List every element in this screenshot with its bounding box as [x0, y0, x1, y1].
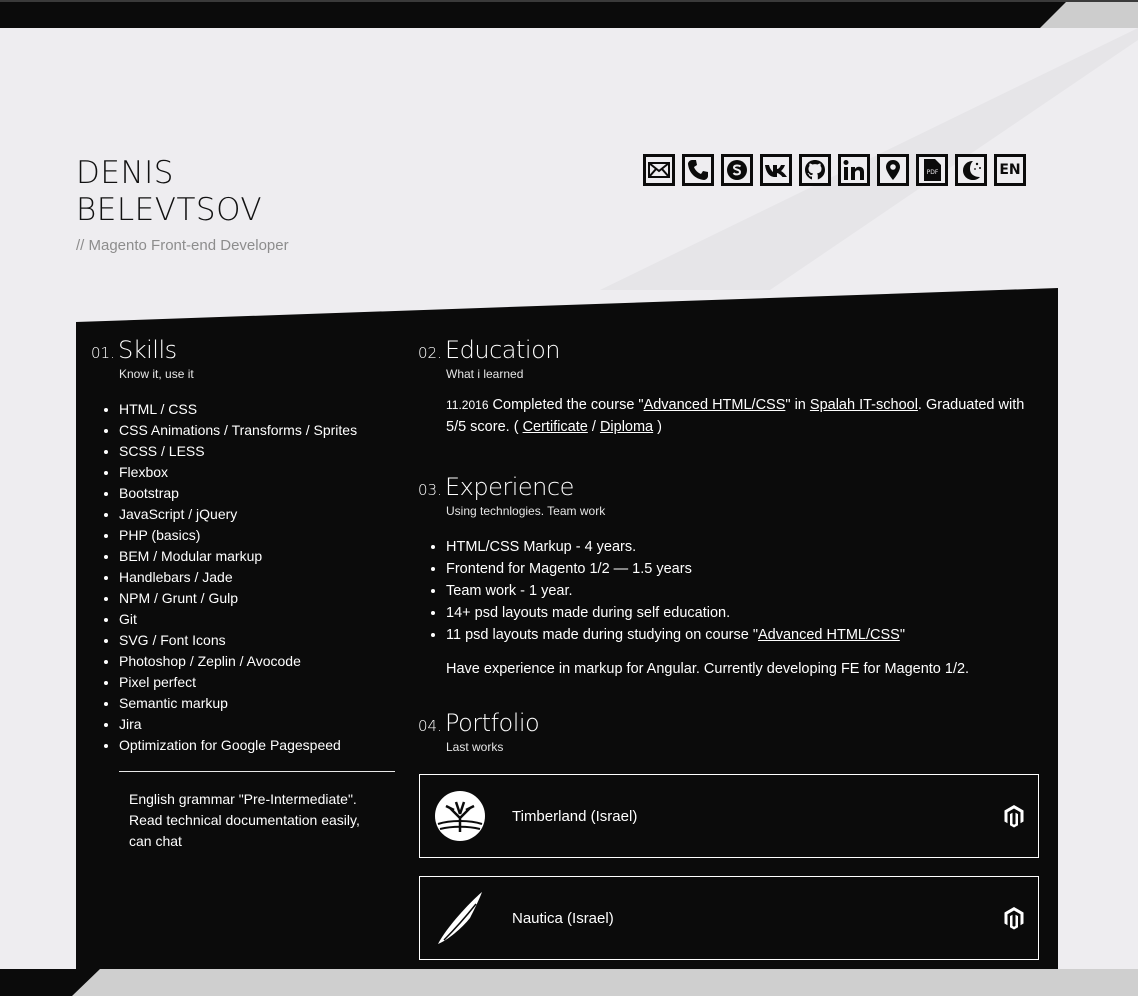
list-item: NPM / Grunt / Gulp	[119, 588, 395, 609]
theme-toggle-button[interactable]	[955, 154, 987, 186]
list-item: Jira	[119, 714, 395, 735]
section-title: Skills	[118, 336, 177, 364]
list-item: Photoshop / Zeplin / Avocode	[119, 651, 395, 672]
vk-button[interactable]	[760, 154, 792, 186]
list-item: 11 psd layouts made during studying on c…	[446, 624, 1043, 646]
list-item: Team work - 1 year.	[446, 580, 1043, 602]
pdf-button[interactable]: PDF	[916, 154, 948, 186]
theme-toggle-icon	[963, 161, 981, 180]
text: " in	[785, 397, 810, 413]
education-text: 11.2016 Completed the course "Advanced H…	[446, 394, 1043, 438]
list-item: Semantic markup	[119, 693, 395, 714]
list-item: JavaScript / jQuery	[119, 504, 395, 525]
list-item: BEM / Modular markup	[119, 546, 395, 567]
school-link[interactable]: Spalah IT-school	[810, 397, 918, 413]
github-button[interactable]	[799, 154, 831, 186]
portfolio-heading: 04. Portfolio	[418, 709, 1043, 737]
list-item: Handlebars / Jade	[119, 567, 395, 588]
section-title: Education	[445, 336, 560, 364]
list-item: HTML/CSS Markup - 4 years.	[446, 536, 1043, 558]
profile-header: DENIS BELEVTSOV // Magento Front-end Dev…	[76, 155, 289, 254]
language-note: English grammar "Pre-Intermediate". Read…	[129, 791, 360, 849]
phone-button[interactable]	[682, 154, 714, 186]
list-item: Flexbox	[119, 462, 395, 483]
list-item: Frontend for Magento 1/2 — 1.5 years	[446, 558, 1043, 580]
list-item: 14+ psd layouts made during self educati…	[446, 602, 1043, 624]
portfolio-section: 04. Portfolio Last works	[418, 709, 1043, 754]
experience-list: HTML/CSS Markup - 4 years. Frontend for …	[418, 536, 1043, 646]
section-subtitle: Know it, use it	[119, 367, 194, 381]
skills-heading: 01. Skills	[91, 336, 395, 364]
first-name: DENIS	[76, 155, 174, 191]
course-link[interactable]: Advanced HTML/CSS	[644, 397, 786, 413]
pdf-icon: PDF	[924, 159, 941, 181]
job-title: // Magento Front-end Developer	[76, 237, 289, 254]
language-switch[interactable]: EN	[994, 154, 1026, 186]
portfolio-card[interactable]: Timberland (Israel)	[419, 774, 1039, 858]
nautica-sail-icon	[430, 888, 490, 948]
section-subtitle: What i learned	[446, 367, 524, 381]
portfolio-card[interactable]: Nautica (Israel)	[419, 876, 1039, 960]
section-number: 01.	[91, 344, 115, 362]
section-subtitle: Using technlogies. Team work	[446, 504, 606, 518]
list-item: SVG / Font Icons	[119, 630, 395, 651]
list-item: SCSS / LESS	[119, 441, 395, 462]
list-item: PHP (basics)	[119, 525, 395, 546]
list-item: Pixel perfect	[119, 672, 395, 693]
github-icon	[805, 160, 825, 180]
location-icon	[886, 160, 900, 180]
text: "	[899, 627, 905, 643]
vk-icon	[765, 165, 787, 177]
course-link[interactable]: Advanced HTML/CSS	[758, 627, 900, 643]
resume-panel: 01. Skills Know it, use it HTML / CSS CS…	[76, 288, 1058, 969]
education-date: 11.2016	[446, 398, 489, 412]
text: 11 psd layouts made during studying on c…	[446, 627, 758, 643]
education-section: 02. Education What i learned 11.2016 Com…	[418, 336, 1043, 438]
list-item: Git	[119, 609, 395, 630]
text: )	[653, 419, 662, 435]
timberland-tree-icon	[430, 786, 490, 846]
last-name: BELEVTSOV	[76, 192, 263, 228]
list-item: Bootstrap	[119, 483, 395, 504]
magento-icon	[1004, 805, 1024, 828]
magento-icon	[1004, 907, 1024, 930]
text: /	[587, 419, 600, 435]
section-title: Portfolio	[445, 709, 540, 737]
linkedin-icon	[843, 160, 864, 180]
list-item: CSS Animations / Transforms / Sprites	[119, 420, 395, 441]
profile-name: DENIS BELEVTSOV	[76, 155, 289, 229]
mail-icon	[648, 162, 670, 178]
linkedin-button[interactable]	[838, 154, 870, 186]
contact-icon-bar: PDF EN	[643, 154, 1026, 186]
education-heading: 02. Education	[418, 336, 1043, 364]
experience-section: 03. Experience Using technlogies. Team w…	[418, 473, 1043, 677]
project-name: Nautica (Israel)	[512, 909, 614, 927]
section-subtitle: Last works	[446, 740, 504, 754]
list-item: HTML / CSS	[119, 399, 395, 420]
skype-button[interactable]	[721, 154, 753, 186]
diploma-link[interactable]: Diploma	[600, 419, 653, 435]
skills-list: HTML / CSS CSS Animations / Transforms /…	[91, 399, 395, 756]
divider	[119, 771, 395, 772]
certificate-link[interactable]: Certificate	[523, 419, 588, 435]
section-title: Experience	[445, 473, 574, 501]
svg-text:PDF: PDF	[927, 169, 939, 176]
mail-button[interactable]	[643, 154, 675, 186]
section-number: 03.	[418, 481, 442, 499]
main-column: 02. Education What i learned 11.2016 Com…	[418, 336, 1043, 754]
skype-icon	[727, 160, 747, 180]
list-item: Optimization for Google Pagespeed	[119, 735, 395, 756]
phone-icon	[688, 160, 708, 180]
experience-heading: 03. Experience	[418, 473, 1043, 501]
experience-note: Have experience in markup for Angular. C…	[446, 661, 970, 677]
location-button[interactable]	[877, 154, 909, 186]
section-number: 04.	[418, 717, 442, 735]
project-name: Timberland (Israel)	[512, 807, 638, 825]
text: Completed the course "	[488, 397, 644, 413]
section-number: 02.	[418, 344, 442, 362]
skills-column: 01. Skills Know it, use it HTML / CSS CS…	[91, 336, 395, 852]
